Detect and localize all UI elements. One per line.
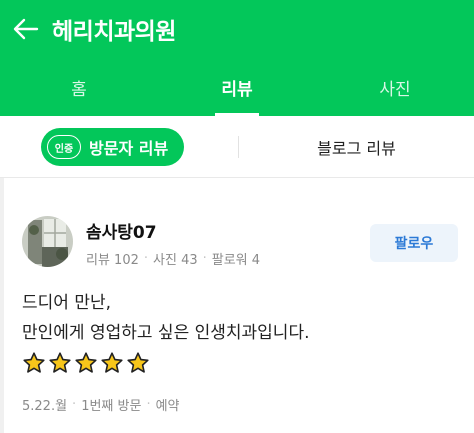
tab-home[interactable]: 홈 (0, 58, 158, 116)
visit-date: 5.22.월 (22, 399, 68, 414)
star-icon (101, 352, 123, 373)
follow-button[interactable]: 팔로우 (370, 224, 458, 262)
star-rating (22, 351, 150, 375)
review-card: 솜사탕07 리뷰 102 · 사진 43 · 팔로워 4 팔로우 드디어 만난,… (0, 178, 474, 433)
follower-count: 팔로워 4 (211, 253, 261, 268)
stats-separator: · (143, 251, 149, 266)
review-text-line: 드디어 만난, (22, 293, 112, 313)
visitor-review-label: 방문자 리뷰 (89, 139, 169, 158)
star-icon (127, 352, 149, 373)
visitor-review-tab[interactable]: 인증 방문자 리뷰 (41, 128, 185, 166)
blog-review-label: 블로그 리뷰 (317, 139, 396, 158)
avatar[interactable] (22, 216, 73, 267)
back-button[interactable] (0, 0, 52, 58)
visit-meta: 5.22.월 · 1번째 방문 · 예약 (22, 395, 180, 414)
photo-count: 사진 43 (153, 253, 198, 268)
tab-home-label: 홈 (71, 79, 87, 100)
tab-reviews-label: 리뷰 (221, 79, 253, 100)
reviewer-name[interactable]: 솜사탕07 (86, 218, 157, 243)
reviewer-stats: 리뷰 102 · 사진 43 · 팔로워 4 (86, 249, 260, 268)
arrow-left-icon (13, 18, 39, 40)
certified-badge: 인증 (47, 135, 81, 159)
meta-separator: · (72, 397, 77, 412)
stats-separator: · (202, 251, 207, 266)
visit-type: 예약 (155, 399, 180, 414)
review-type-tabs: 인증 방문자 리뷰 블로그 리뷰 (0, 116, 474, 178)
star-icon (75, 352, 97, 373)
main-tabbar: 홈 리뷰 사진 (0, 58, 474, 116)
visit-count: 1번째 방문 (81, 399, 142, 414)
app-header: 헤리치과의원 (0, 0, 474, 58)
star-icon (49, 352, 71, 373)
review-text-line: 만인에게 영업하고 싶은 인생치과입니다. (22, 323, 310, 343)
blog-review-tab[interactable]: 블로그 리뷰 (239, 116, 474, 178)
avatar-image (22, 216, 73, 267)
meta-separator: · (146, 397, 151, 412)
tab-reviews[interactable]: 리뷰 (158, 58, 316, 116)
star-icon (23, 352, 45, 373)
review-count: 리뷰 102 (86, 253, 139, 268)
review-text: 드디어 만난, 만인에게 영업하고 싶은 인생치과입니다. (22, 288, 310, 348)
tab-photos[interactable]: 사진 (316, 58, 474, 116)
page-title: 헤리치과의원 (52, 19, 176, 45)
tab-photos-label: 사진 (379, 79, 411, 100)
